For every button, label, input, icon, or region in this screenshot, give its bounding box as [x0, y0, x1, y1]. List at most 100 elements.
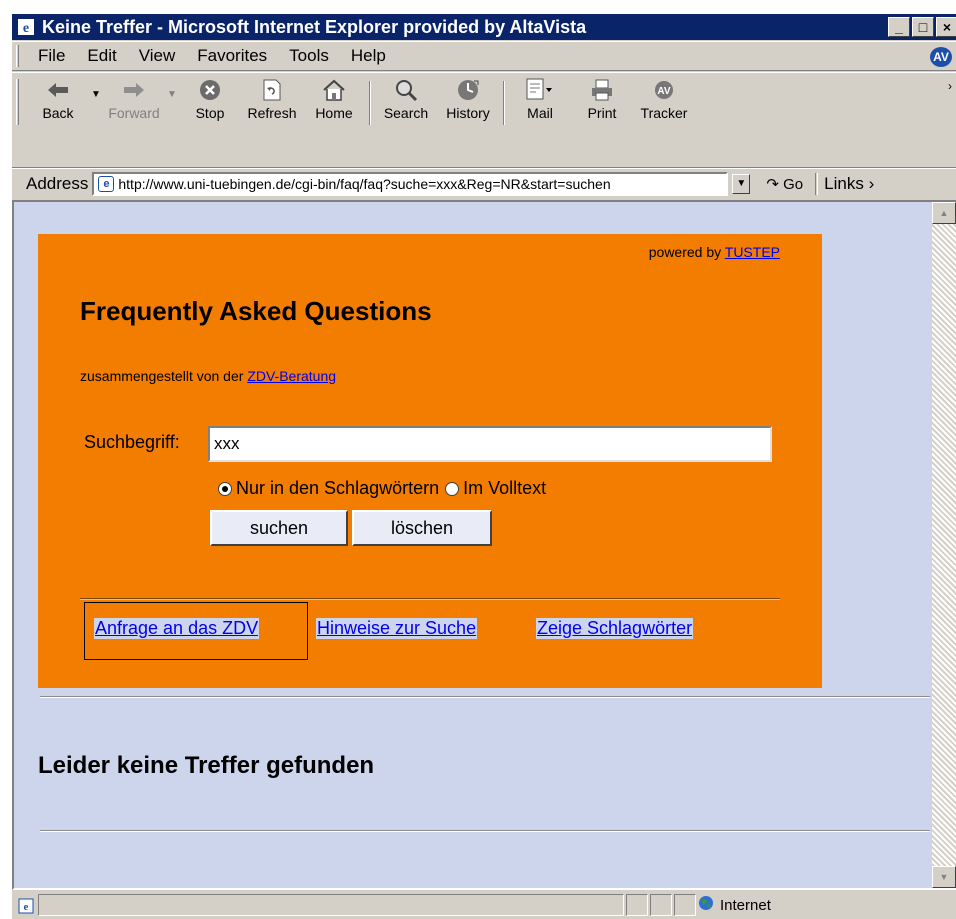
mail-icon: [526, 77, 554, 103]
address-label: Address: [26, 173, 89, 193]
refresh-label: Refresh: [247, 105, 297, 121]
clear-button[interactable]: löschen: [352, 510, 492, 546]
request-zdv-link[interactable]: Anfrage an das ZDV: [94, 618, 260, 639]
go-button[interactable]: ↷ Go: [766, 175, 803, 193]
stop-button[interactable]: Stop: [179, 73, 241, 121]
search-button[interactable]: Search: [375, 73, 437, 121]
address-url[interactable]: http://www.uni-tuebingen.de/cgi-bin/faq/…: [118, 176, 610, 192]
close-button[interactable]: ×: [936, 17, 956, 37]
toolbar-separator: [503, 81, 505, 125]
address-input[interactable]: e http://www.uni-tuebingen.de/cgi-bin/fa…: [92, 171, 729, 196]
minimize-button[interactable]: _: [888, 17, 910, 37]
forward-arrow-icon: [120, 77, 148, 103]
back-label: Back: [42, 105, 74, 121]
mail-button[interactable]: Mail: [509, 73, 571, 121]
search-submit-button[interactable]: suchen: [210, 510, 348, 546]
tracker-button[interactable]: AV Tracker: [633, 73, 695, 121]
search-term-label: Suchbegriff:: [84, 432, 180, 452]
go-label: Go: [783, 175, 804, 193]
status-text-panel: [38, 894, 624, 916]
title-bar: e Keine Treffer - Microsoft Internet Exp…: [12, 14, 956, 40]
print-label: Print: [587, 105, 617, 121]
mail-label: Mail: [527, 105, 553, 121]
stop-icon: [196, 77, 224, 103]
search-hints-link[interactable]: Hinweise zur Suche: [316, 618, 478, 639]
altavista-logo: AV: [928, 45, 954, 69]
content-divider-top: [40, 696, 930, 698]
content-divider-bottom: [40, 830, 930, 832]
scroll-up-icon[interactable]: ▲: [932, 202, 956, 224]
page-status-icon: e: [16, 896, 36, 916]
forward-dropdown-icon[interactable]: ▼: [165, 89, 179, 100]
radio-fulltext-label[interactable]: Im Volltext: [463, 478, 546, 499]
stop-label: Stop: [195, 105, 225, 121]
address-dropdown-icon[interactable]: ▼: [732, 173, 751, 194]
menu-edit[interactable]: Edit: [76, 46, 127, 66]
scroll-down-icon[interactable]: ▼: [932, 866, 956, 888]
radio-keywords[interactable]: [218, 481, 232, 496]
tustep-link[interactable]: TUSTEP: [725, 244, 780, 260]
page-icon: e: [98, 175, 115, 192]
globe-icon: [698, 895, 714, 915]
status-bar: e Internet: [12, 892, 956, 919]
status-panel: [626, 894, 648, 916]
toolbar-overflow-chevron-icon[interactable]: ›: [948, 79, 952, 93]
menu-help[interactable]: Help: [340, 46, 397, 66]
toolbar-separator: [369, 81, 371, 125]
back-dropdown-icon[interactable]: ▼: [89, 89, 103, 100]
zdv-beratung-link[interactable]: ZDV-Beratung: [247, 368, 336, 384]
search-term-input[interactable]: [208, 426, 772, 462]
home-button[interactable]: Home: [303, 73, 365, 121]
menu-favorites[interactable]: Favorites: [186, 46, 278, 66]
print-button[interactable]: Print: [571, 73, 633, 121]
toolbar-grip[interactable]: [16, 79, 19, 125]
faq-links: Anfrage an das ZDV Hinweise zur Suche Ze…: [84, 602, 814, 660]
status-panel: [650, 894, 672, 916]
faq-search-panel: powered by TUSTEP Frequently Asked Quest…: [38, 234, 822, 688]
page-viewport: powered by TUSTEP Frequently Asked Quest…: [12, 200, 956, 890]
radio-keywords-label[interactable]: Nur in den Schlagwörtern: [236, 478, 439, 499]
links-chevron-icon: ›: [868, 173, 875, 193]
powered-by: powered by TUSTEP: [649, 244, 780, 260]
menu-bar: File Edit View Favorites Tools Help AV: [12, 41, 956, 71]
maximize-button[interactable]: □: [912, 17, 934, 37]
zone-label: Internet: [720, 896, 771, 914]
menu-grip[interactable]: [16, 45, 19, 67]
panel-divider: [80, 598, 780, 600]
status-panel: [674, 894, 696, 916]
forward-label: Forward: [108, 105, 160, 121]
browser-window: e Keine Treffer - Microsoft Internet Exp…: [10, 14, 956, 919]
page-content: powered by TUSTEP Frequently Asked Quest…: [14, 202, 932, 888]
menu-tools[interactable]: Tools: [278, 46, 340, 66]
svg-text:e: e: [24, 901, 29, 913]
address-bar: Address e http://www.uni-tuebingen.de/cg…: [12, 168, 956, 198]
search-label: Search: [383, 105, 429, 121]
links-label: Links: [824, 173, 864, 193]
history-label: History: [446, 105, 490, 121]
show-keywords-link[interactable]: Zeige Schlagwörter: [536, 618, 694, 639]
radio-fulltext[interactable]: [445, 481, 460, 496]
tracker-label: Tracker: [640, 105, 688, 121]
faq-title: Frequently Asked Questions: [80, 296, 432, 326]
tracker-icon: AV: [650, 77, 678, 103]
menu-view[interactable]: View: [128, 46, 187, 66]
vertical-scrollbar[interactable]: ▲ ▼: [932, 202, 956, 888]
back-arrow-icon: [44, 77, 72, 103]
links-button[interactable]: Links ›: [824, 174, 874, 194]
forward-button[interactable]: Forward: [103, 73, 165, 121]
menu-file[interactable]: File: [27, 46, 76, 66]
standard-toolbar: Back ▼ Forward ▼ Stop Refresh Home Searc…: [12, 72, 956, 168]
print-icon: [588, 77, 616, 103]
links-separator: [815, 172, 819, 195]
back-button[interactable]: Back: [27, 73, 89, 121]
svg-text:AV: AV: [657, 86, 670, 97]
refresh-button[interactable]: Refresh: [241, 73, 303, 121]
home-icon: [320, 77, 348, 103]
history-button[interactable]: History: [437, 73, 499, 121]
compiled-by: zusammengestellt von der ZDV-Beratung: [80, 368, 336, 384]
ie-logo-icon: e: [16, 17, 36, 37]
history-icon: [454, 77, 482, 103]
search-icon: [392, 77, 420, 103]
compiled-by-text: zusammengestellt von der: [80, 368, 248, 384]
go-arrow-icon: ↷: [766, 175, 779, 193]
